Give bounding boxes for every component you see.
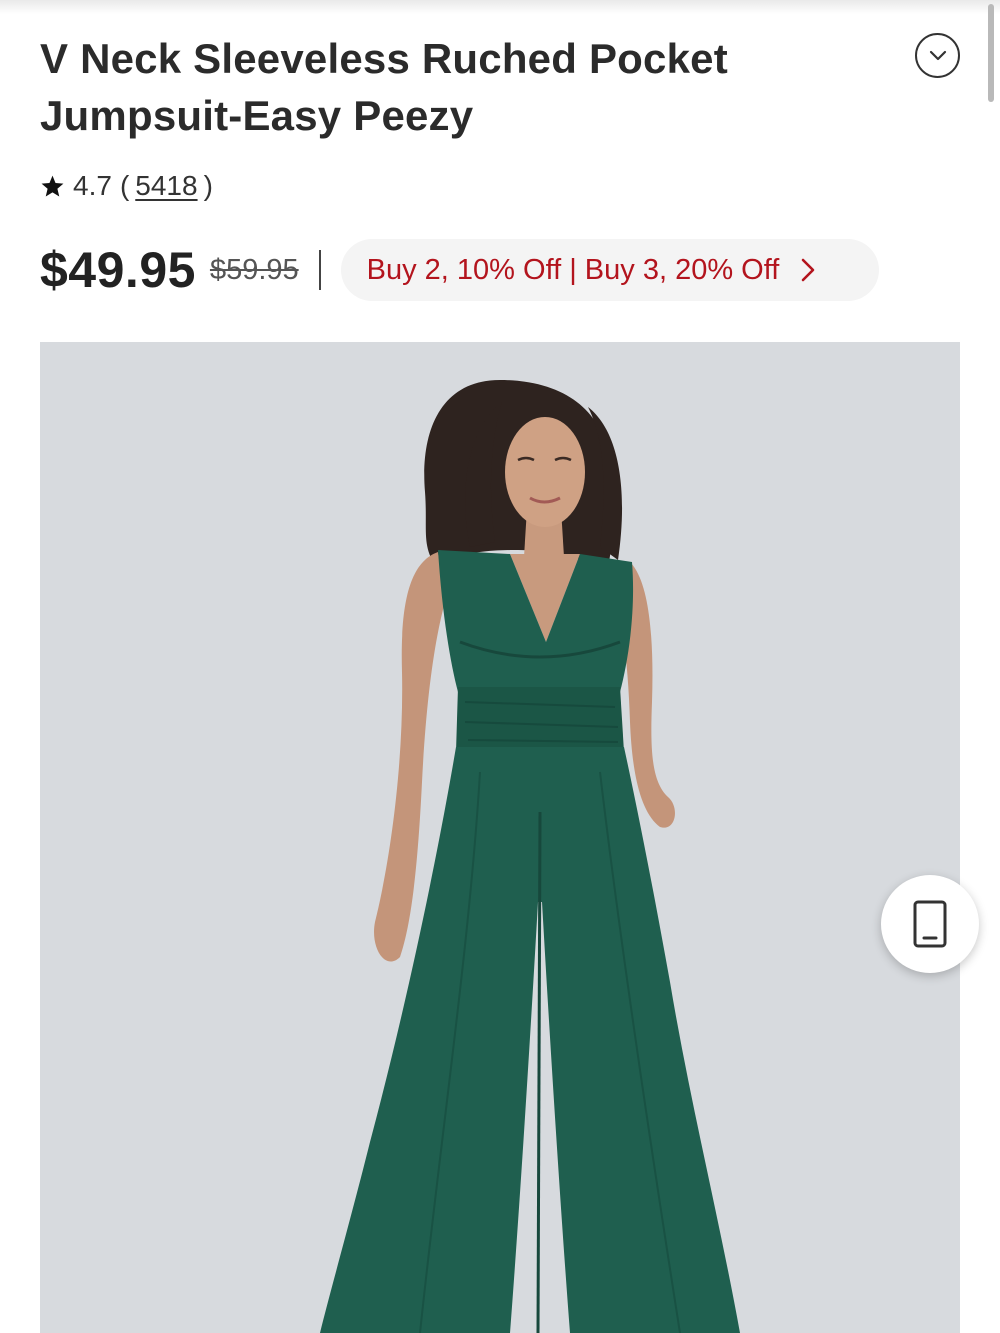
scrollbar[interactable] <box>988 4 994 102</box>
review-count-link[interactable]: 5418 <box>135 170 197 202</box>
model-illustration <box>320 380 740 1333</box>
chevron-down-icon <box>929 50 946 60</box>
collapse-button[interactable] <box>915 33 960 78</box>
phone-icon <box>913 900 947 948</box>
product-image[interactable] <box>40 342 960 1333</box>
product-title: V Neck Sleeveless Ruched Pocket Jumpsuit… <box>40 30 840 144</box>
top-shadow <box>0 0 1000 14</box>
rating-close-paren: ) <box>203 170 213 201</box>
chevron-right-icon <box>801 258 815 282</box>
star-icon <box>41 175 64 196</box>
product-title-line-2: Jumpsuit-Easy Peezy <box>40 92 474 139</box>
product-title-line-1: V Neck Sleeveless Ruched Pocket <box>40 35 728 82</box>
promo-banner[interactable]: Buy 2, 10% Off | Buy 3, 20% Off <box>340 239 879 301</box>
original-price: $59.95 <box>209 253 299 286</box>
rating-row: 4.7 ( 5418 ) <box>40 166 213 206</box>
rating-score: 4.7 <box>73 170 112 201</box>
promo-text: Buy 2, 10% Off | Buy 3, 20% Off <box>366 253 780 286</box>
floating-action-button[interactable] <box>881 875 979 973</box>
price-divider <box>318 250 321 290</box>
rating-open-paren: ( <box>119 170 130 201</box>
current-price: $49.95 <box>40 242 196 298</box>
price-row: $49.95 $59.95 Buy 2, 10% Off | Buy 3, 20… <box>40 236 879 304</box>
